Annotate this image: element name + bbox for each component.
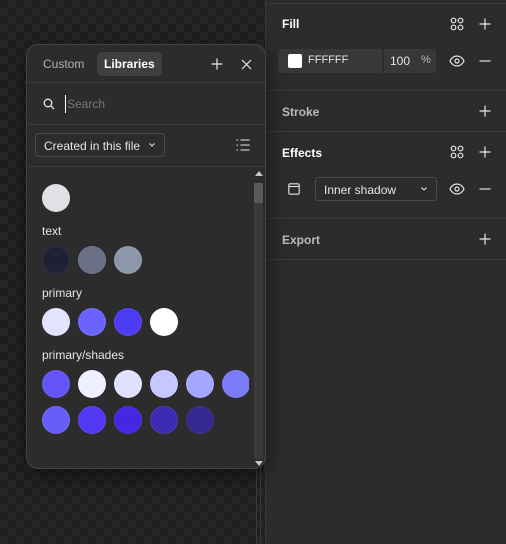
popover-header: Custom Libraries [27,45,265,83]
divider [382,49,384,73]
plus-icon[interactable] [475,229,495,249]
eye-icon[interactable] [447,51,467,71]
color-swatch[interactable] [222,370,249,398]
effect-type-dropdown[interactable]: Inner shadow [315,177,437,201]
color-group-label: primary [42,286,83,300]
library-filter-label: Created in this file [44,139,141,153]
search-icon [39,94,59,114]
stroke-title: Stroke [282,105,320,119]
minus-icon[interactable] [475,179,495,199]
color-swatch[interactable] [42,370,70,398]
close-icon[interactable] [236,54,256,74]
color-swatch[interactable] [42,246,70,274]
fill-opacity-value[interactable]: 100 [390,54,410,68]
color-swatch[interactable] [42,308,70,336]
color-swatch[interactable] [114,308,142,336]
export-section: Export [266,219,506,260]
export-title: Export [282,233,321,247]
plus-icon[interactable] [475,142,495,162]
color-groups: text primary primary/shades [27,167,249,468]
color-library-popover: Custom Libraries Created in this file te… [26,44,266,469]
effects-title: Effects [282,146,323,160]
fill-hex-value[interactable]: FFFFFF [308,54,348,66]
color-swatch[interactable] [78,370,106,398]
effects-section: Effects Inner shadow [266,132,506,219]
color-swatch[interactable] [150,406,178,434]
styles-grid-icon[interactable] [447,14,467,34]
color-swatch[interactable] [150,308,178,336]
chevron-down-icon [149,143,155,147]
scrollbar[interactable] [252,167,264,468]
color-swatch[interactable] [186,370,214,398]
scroll-up-arrow[interactable] [255,171,263,176]
fill-title: Fill [282,17,300,31]
effect-settings-icon[interactable] [284,179,304,199]
effect-type-label: Inner shadow [324,183,397,197]
color-swatch[interactable] [78,406,106,434]
plus-icon[interactable] [475,14,495,34]
color-swatch[interactable] [150,370,178,398]
stroke-section: Stroke [266,91,506,132]
fill-opacity-unit: % [421,54,431,66]
tab-custom[interactable]: Custom [36,52,91,76]
filter-bar: Created in this file [27,125,265,167]
color-swatch[interactable] [114,370,142,398]
plus-icon[interactable] [207,54,227,74]
color-swatch[interactable] [42,184,70,212]
list-view-icon[interactable] [233,135,253,155]
minus-icon[interactable] [475,51,495,71]
color-swatch[interactable] [186,406,214,434]
tab-libraries[interactable]: Libraries [97,52,162,76]
fill-color-swatch[interactable] [288,54,302,68]
scroll-track[interactable] [254,183,263,459]
styles-grid-icon[interactable] [447,142,467,162]
plus-icon[interactable] [475,101,495,121]
fill-row[interactable]: FFFFFF 100 % [278,49,436,73]
fill-section: Fill FFFFFF 100 % [266,4,506,91]
properties-panel: Fill FFFFFF 100 % Stroke Effects Inner s… [265,0,506,544]
eye-icon[interactable] [447,179,467,199]
color-swatch[interactable] [42,406,70,434]
color-group-label: primary/shades [42,348,125,362]
scroll-down-arrow[interactable] [255,461,263,466]
search-input[interactable] [65,95,245,113]
color-group-label: text [42,224,62,238]
color-swatch[interactable] [78,308,106,336]
search-bar [27,83,265,125]
library-filter-dropdown[interactable]: Created in this file [35,133,165,157]
color-swatch[interactable] [78,246,106,274]
scroll-thumb[interactable] [254,183,263,203]
color-swatch[interactable] [114,246,142,274]
chevron-down-icon [421,187,427,191]
color-swatch[interactable] [114,406,142,434]
